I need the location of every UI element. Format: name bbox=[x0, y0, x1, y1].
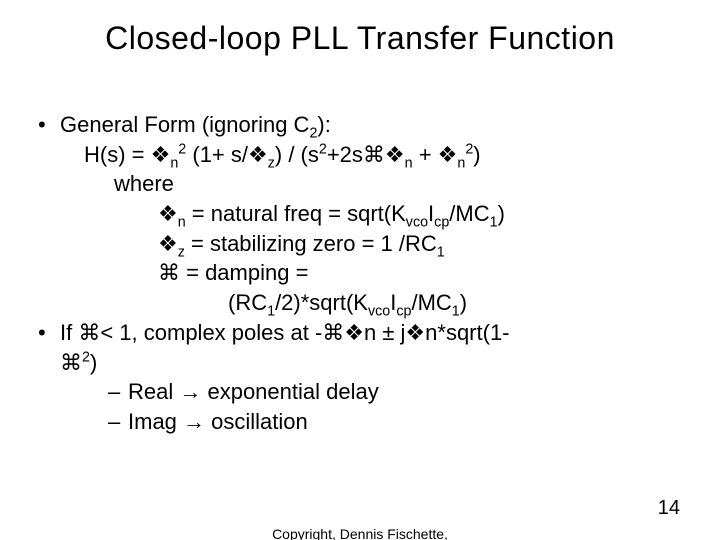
text-fragment: Imag → oscillation bbox=[128, 407, 308, 437]
subscript: z bbox=[268, 155, 275, 171]
text-fragment: /MC bbox=[449, 201, 489, 226]
dash-icon: – bbox=[108, 407, 128, 437]
subscript: n bbox=[405, 155, 413, 171]
text-fragment: ⌘ bbox=[60, 350, 82, 375]
text-fragment: ) bbox=[90, 350, 97, 375]
subscript: 1 bbox=[437, 244, 445, 260]
definition-wz: ❖z = stabilizing zero = 1 /RC1 bbox=[38, 229, 688, 259]
definition-zeta: ⌘ = damping = bbox=[38, 258, 688, 288]
bullet-complex-poles: • If ⌘< 1, complex poles at -⌘❖n ± j❖n*s… bbox=[38, 318, 688, 377]
bullet-text: If ⌘< 1, complex poles at -⌘❖n ± j❖n*sqr… bbox=[60, 318, 510, 377]
text-fragment: +2s⌘❖ bbox=[327, 142, 405, 167]
text-fragment: ⌘ = damping = bbox=[158, 260, 308, 285]
page-number: 14 bbox=[658, 497, 680, 520]
dash-icon: – bbox=[108, 377, 128, 407]
text-fragment: /MC bbox=[411, 290, 451, 315]
text-fragment: /2)*sqrt(K bbox=[275, 290, 368, 315]
text-fragment: ❖ bbox=[158, 231, 178, 256]
bullet-general-form: • General Form (ignoring C2): bbox=[38, 110, 688, 140]
text-fragment: H(s) = ❖ bbox=[84, 142, 170, 167]
text-fragment: ) / (s bbox=[275, 142, 319, 167]
slide-body: • General Form (ignoring C2): H(s) = ❖n2… bbox=[38, 110, 688, 437]
text-fragment: If ⌘< 1, complex poles at -⌘❖n ± j❖n*sqr… bbox=[60, 320, 510, 345]
equation-hs: H(s) = ❖n2 (1+ s/❖z) / (s2+2s⌘❖n + ❖n2) bbox=[38, 140, 688, 170]
text-fragment: General Form (ignoring C bbox=[60, 112, 309, 137]
text-fragment: where bbox=[84, 171, 174, 196]
text-fragment: (1+ s/❖ bbox=[186, 142, 267, 167]
bullet-text: General Form (ignoring C2): bbox=[60, 110, 331, 140]
superscript: 2 bbox=[319, 141, 327, 157]
text-fragment: ❖ bbox=[158, 201, 178, 226]
text-fragment: Real → exponential delay bbox=[128, 377, 379, 407]
bullet-dot-icon: • bbox=[38, 318, 60, 348]
subscript: 1 bbox=[490, 214, 498, 230]
sub-bullet-real: – Real → exponential delay bbox=[38, 377, 688, 407]
slide: Closed-loop PLL Transfer Function • Gene… bbox=[0, 0, 720, 540]
superscript: 2 bbox=[82, 349, 90, 365]
text-fragment: = stabilizing zero = 1 /RC bbox=[185, 231, 437, 256]
text-fragment: = natural freq = sqrt(K bbox=[186, 201, 406, 226]
sub-bullet-imag: – Imag → oscillation bbox=[38, 407, 688, 437]
bullet-dot-icon: • bbox=[38, 110, 60, 140]
text-fragment: ) bbox=[460, 290, 467, 315]
copyright-text: Copyright, Dennis Fischette, 2004 bbox=[0, 526, 720, 540]
where-label: where bbox=[38, 169, 688, 199]
text-fragment: ) bbox=[473, 142, 480, 167]
text-fragment: Copyright, Dennis Fischette, bbox=[272, 526, 448, 540]
text-fragment: ) bbox=[498, 201, 505, 226]
slide-title: Closed-loop PLL Transfer Function bbox=[0, 20, 720, 57]
text-fragment: + ❖ bbox=[413, 142, 458, 167]
definition-wn: ❖n = natural freq = sqrt(KvcoIcp/MC1) bbox=[38, 199, 688, 229]
text-fragment: (RC bbox=[228, 290, 267, 315]
subscript: n bbox=[457, 155, 465, 171]
text-fragment: ): bbox=[317, 112, 330, 137]
definition-zeta-expr: (RC1/2)*sqrt(KvcoIcp/MC1) bbox=[38, 288, 688, 318]
